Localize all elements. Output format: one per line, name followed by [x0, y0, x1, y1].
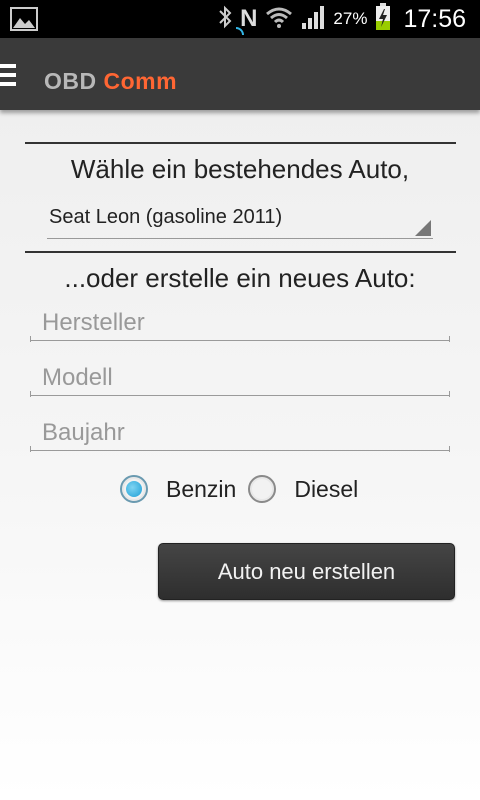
car-spinner-value: Seat Leon (gasoline 2011) — [49, 206, 283, 228]
fuel-radio-group: Benzin Diesel — [120, 472, 358, 506]
action-bar: OBD Comm — [0, 38, 480, 110]
nfc-letter: N — [240, 5, 258, 32]
bluetooth-icon — [218, 5, 232, 34]
signal-icon — [301, 4, 325, 35]
manufacturer-field[interactable] — [30, 305, 450, 341]
radio-diesel[interactable] — [248, 475, 277, 503]
app-title-comm: Comm — [103, 68, 178, 94]
new-car-heading: ...oder erstelle ein neues Auto: — [64, 263, 416, 293]
wifi-icon — [265, 5, 293, 34]
car-spinner[interactable]: Seat Leon (gasoline 2011) — [47, 201, 433, 239]
create-car-button[interactable]: Auto neu erstellen — [158, 543, 455, 600]
app-title-obd: OBD — [44, 68, 97, 94]
radio-diesel-label[interactable]: Diesel — [294, 476, 358, 503]
dropdown-arrow-icon — [415, 220, 431, 236]
existing-car-heading: Wähle ein bestehendes Auto, — [70, 154, 410, 184]
menu-icon[interactable] — [0, 64, 16, 86]
year-field[interactable] — [30, 415, 450, 451]
divider-top — [25, 142, 456, 144]
app-title: OBD Comm — [44, 68, 177, 95]
radio-benzin[interactable] — [120, 475, 148, 503]
battery-charging-icon — [375, 2, 391, 36]
model-field[interactable] — [30, 360, 450, 396]
status-bar: N 27% 17:56 — [0, 0, 480, 38]
divider-middle — [25, 251, 456, 253]
radio-benzin-label[interactable]: Benzin — [166, 476, 236, 503]
image-icon — [10, 7, 38, 36]
nfc-icon: N — [236, 5, 258, 35]
clock: 17:56 — [403, 4, 466, 33]
battery-percent: 27% — [333, 9, 368, 28]
